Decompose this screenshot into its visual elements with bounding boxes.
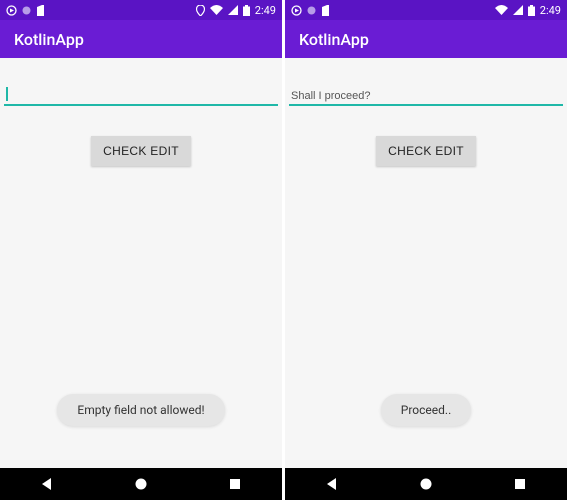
check-edit-button[interactable]: CHECK EDIT [376,136,476,166]
app-bar: KotlinApp [0,20,282,58]
toast-area: Empty field not allowed! [0,394,282,426]
navigation-bar [285,468,567,500]
content-area: CHECK EDIT Proceed.. [285,58,567,468]
status-bar: 2:49 [285,0,567,20]
check-edit-button[interactable]: CHECK EDIT [91,136,191,166]
status-left [6,5,45,16]
toast-message: Empty field not allowed! [57,394,224,426]
circle-play-icon [291,5,302,16]
status-right: 2:49 [495,4,561,17]
navigation-bar [0,468,282,500]
app-title: KotlinApp [299,30,369,49]
clock-text: 2:49 [255,4,276,17]
app-title: KotlinApp [14,30,84,49]
wifi-icon [210,5,223,15]
circle-play-icon [6,5,17,16]
toast-message: Proceed.. [381,394,471,426]
battery-icon [528,5,535,16]
signal-icon [513,5,523,15]
circle-icon [22,6,31,15]
circle-icon [307,6,316,15]
content-area: CHECK EDIT Empty field not allowed! [0,58,282,468]
app-bar: KotlinApp [285,20,567,58]
button-row: CHECK EDIT [285,136,567,166]
nav-back-icon[interactable] [40,477,54,491]
battery-icon [243,5,250,16]
toast-area: Proceed.. [285,394,567,426]
clock-text: 2:49 [540,4,561,17]
text-input[interactable] [4,86,278,106]
signal-icon [228,5,238,15]
wifi-icon [495,5,508,15]
status-left [291,5,330,16]
text-input[interactable] [289,86,563,106]
sdcard-icon [321,5,330,16]
phone-screen-right: 2:49 KotlinApp CHECK EDIT Proceed.. [285,0,567,500]
status-bar: 2:49 [0,0,282,20]
status-right: 2:49 [196,4,276,17]
button-row: CHECK EDIT [0,136,282,166]
location-icon [196,5,205,16]
text-cursor-icon [6,87,8,101]
nav-recent-icon[interactable] [228,477,242,491]
nav-home-icon[interactable] [134,477,148,491]
phone-screen-left: 2:49 KotlinApp CHECK EDIT Empty field no… [0,0,282,500]
nav-back-icon[interactable] [325,477,339,491]
nav-recent-icon[interactable] [513,477,527,491]
nav-home-icon[interactable] [419,477,433,491]
sdcard-icon [36,5,45,16]
